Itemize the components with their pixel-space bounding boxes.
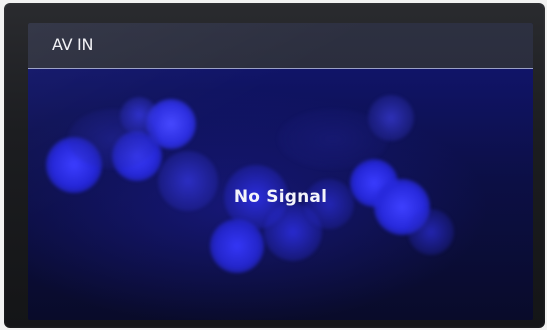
video-area: No Signal [28, 69, 533, 320]
bokeh-blob [210, 219, 264, 273]
bokeh-blob [68, 109, 158, 169]
title-divider [28, 68, 533, 69]
display-screen: AV IN No Signal [28, 23, 533, 320]
title-bar: AV IN [28, 23, 533, 68]
no-signal-message: No Signal [233, 187, 328, 207]
display-bezel: AV IN No Signal [4, 3, 545, 328]
bokeh-blob [278, 109, 388, 169]
bokeh-blob [408, 209, 454, 255]
page-title: AV IN [52, 35, 94, 54]
